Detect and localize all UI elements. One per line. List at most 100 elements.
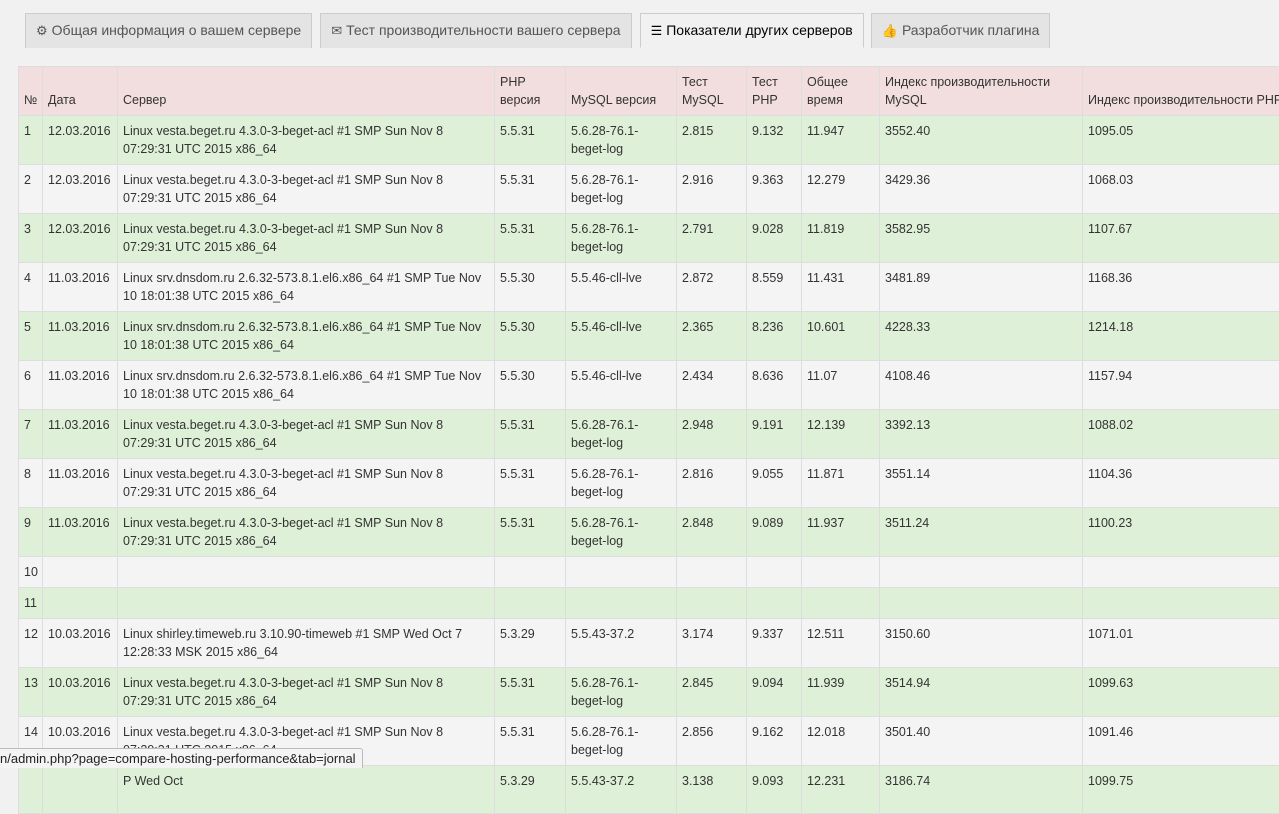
table-cell <box>19 766 43 814</box>
table-cell: 2.815 <box>677 116 747 165</box>
table-row: 511.03.2016Linux srv.dnsdom.ru 2.6.32-57… <box>19 312 1279 361</box>
table-cell: 1157.94 <box>1083 361 1279 410</box>
table-cell: Linux vesta.beget.ru 4.3.0-3-beget-acl #… <box>118 459 495 508</box>
table-cell: 11.03.2016 <box>43 410 118 459</box>
table-cell: Linux srv.dnsdom.ru 2.6.32-573.8.1.el6.x… <box>118 361 495 410</box>
table-cell <box>880 557 1083 588</box>
table-cell: 1068.03 <box>1083 165 1279 214</box>
table-cell: 1091.46 <box>1083 717 1279 766</box>
table-cell: 5.5.31 <box>495 717 566 766</box>
table-cell: 9.337 <box>747 619 802 668</box>
table-cell: 8.559 <box>747 263 802 312</box>
table-cell: 1071.01 <box>1083 619 1279 668</box>
tab-3[interactable]: ☰Показатели других серверов <box>640 13 864 48</box>
table-cell: 12.279 <box>802 165 880 214</box>
table-row: 1310.03.2016Linux vesta.beget.ru 4.3.0-3… <box>19 668 1279 717</box>
table-cell: 9.094 <box>747 668 802 717</box>
table-cell <box>802 557 880 588</box>
tab-4[interactable]: 👍Разработчик плагина <box>871 13 1051 48</box>
column-header: Тест PHP <box>747 67 802 116</box>
table-cell <box>1083 588 1279 619</box>
table-cell: 3514.94 <box>880 668 1083 717</box>
table-cell: 11.871 <box>802 459 880 508</box>
table-cell: 2.434 <box>677 361 747 410</box>
table-cell: 5.6.28-76.1-beget-log <box>566 717 677 766</box>
table-cell: 5.6.28-76.1-beget-log <box>566 214 677 263</box>
table-cell: 5.5.30 <box>495 312 566 361</box>
table-cell: 12.03.2016 <box>43 214 118 263</box>
table-cell: 5.5.43-37.2 <box>566 619 677 668</box>
table-cell: 8.236 <box>747 312 802 361</box>
table-cell: 5.6.28-76.1-beget-log <box>566 410 677 459</box>
table-cell: 9.028 <box>747 214 802 263</box>
column-header: Тест MySQL <box>677 67 747 116</box>
table-cell: 6 <box>19 361 43 410</box>
table-cell: 5.6.28-76.1-beget-log <box>566 508 677 557</box>
tab-label: Показатели других серверов <box>666 22 853 38</box>
table-cell: 3552.40 <box>880 116 1083 165</box>
table-cell: 2.845 <box>677 668 747 717</box>
column-header: № <box>19 67 43 116</box>
table-cell: 9 <box>19 508 43 557</box>
tab-1[interactable]: ⚙Общая информация о вашем сервере <box>25 13 312 48</box>
table-header-row: №ДатаСерверPHP версияMySQL версияТест My… <box>19 67 1279 116</box>
table-cell: 1107.67 <box>1083 214 1279 263</box>
tab-label: Разработчик плагина <box>902 22 1040 38</box>
table-cell: 3429.36 <box>880 165 1083 214</box>
table-cell: 12.139 <box>802 410 880 459</box>
table-cell: 9.191 <box>747 410 802 459</box>
column-header: Общее время <box>802 67 880 116</box>
table-cell: Linux vesta.beget.ru 4.3.0-3-beget-acl #… <box>118 165 495 214</box>
table-cell: 12.03.2016 <box>43 116 118 165</box>
table-cell <box>43 588 118 619</box>
table-cell: 1099.63 <box>1083 668 1279 717</box>
servers-table: №ДатаСерверPHP версияMySQL версияТест My… <box>18 66 1279 814</box>
tab-label: Тест производительности вашего сервера <box>346 22 620 38</box>
table-cell <box>747 588 802 619</box>
table-cell: 11 <box>19 588 43 619</box>
table-cell: 3511.24 <box>880 508 1083 557</box>
column-header: Дата <box>43 67 118 116</box>
table-cell: 11.03.2016 <box>43 459 118 508</box>
list-icon: ☰ <box>651 23 663 38</box>
table-cell: 4228.33 <box>880 312 1083 361</box>
table-cell: 5.5.31 <box>495 668 566 717</box>
table-cell: 9.089 <box>747 508 802 557</box>
table-cell: 1099.75 <box>1083 766 1279 814</box>
table-cell: 3.174 <box>677 619 747 668</box>
table-cell: 5.3.29 <box>495 619 566 668</box>
table-cell <box>566 557 677 588</box>
table-cell: 5.5.31 <box>495 508 566 557</box>
table-cell <box>43 766 118 814</box>
table-cell: Linux vesta.beget.ru 4.3.0-3-beget-acl #… <box>118 668 495 717</box>
table-cell: 9.093 <box>747 766 802 814</box>
table-cell: Linux srv.dnsdom.ru 2.6.32-573.8.1.el6.x… <box>118 263 495 312</box>
table-cell: 8.636 <box>747 361 802 410</box>
table-cell: 2.948 <box>677 410 747 459</box>
table-cell: 4108.46 <box>880 361 1083 410</box>
table-cell: 5.5.43-37.2 <box>566 766 677 814</box>
table-cell: 12.03.2016 <box>43 165 118 214</box>
table-row: 312.03.2016Linux vesta.beget.ru 4.3.0-3-… <box>19 214 1279 263</box>
table-cell: 11.819 <box>802 214 880 263</box>
table-cell: 11.937 <box>802 508 880 557</box>
table-cell: 5.6.28-76.1-beget-log <box>566 165 677 214</box>
table-cell: 3392.13 <box>880 410 1083 459</box>
table-cell <box>1083 557 1279 588</box>
table-cell: 5.5.30 <box>495 263 566 312</box>
table-cell: 9.132 <box>747 116 802 165</box>
table-cell: 5.5.46-cll-lve <box>566 361 677 410</box>
table-cell <box>43 557 118 588</box>
table-row: 811.03.2016Linux vesta.beget.ru 4.3.0-3-… <box>19 459 1279 508</box>
table-cell: 11.947 <box>802 116 880 165</box>
table-cell: 3551.14 <box>880 459 1083 508</box>
table-cell: 12.018 <box>802 717 880 766</box>
table-cell: 3186.74 <box>880 766 1083 814</box>
table-cell: Linux vesta.beget.ru 4.3.0-3-beget-acl #… <box>118 410 495 459</box>
table-cell: 3481.89 <box>880 263 1083 312</box>
table-cell: 10.03.2016 <box>43 619 118 668</box>
table-row: 1210.03.2016Linux shirley.timeweb.ru 3.1… <box>19 619 1279 668</box>
tab-2[interactable]: ✉Тест производительности вашего сервера <box>320 13 631 48</box>
table-cell: Linux vesta.beget.ru 4.3.0-3-beget-acl #… <box>118 116 495 165</box>
table-row: 611.03.2016Linux srv.dnsdom.ru 2.6.32-57… <box>19 361 1279 410</box>
